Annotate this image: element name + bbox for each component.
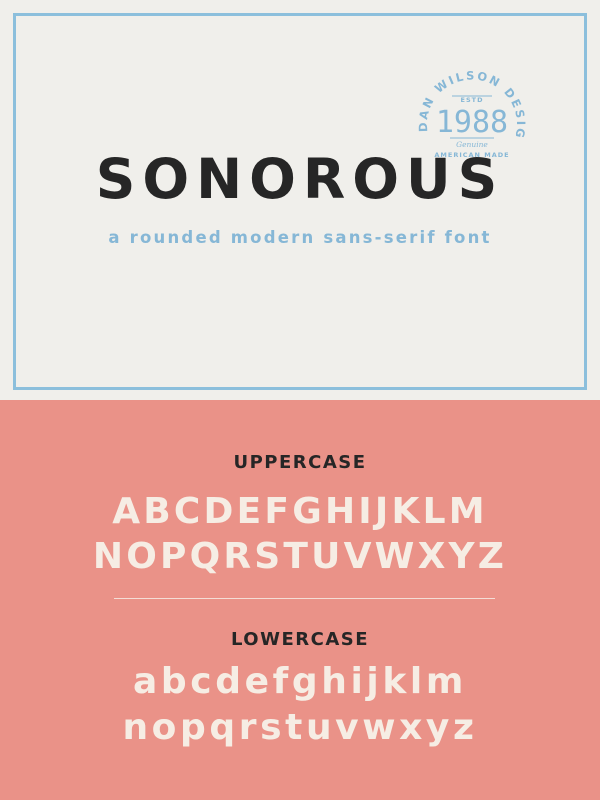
lowercase-label: LOWERCASE bbox=[230, 629, 370, 650]
lowercase-row-2: nopqrstuvwxyz bbox=[122, 707, 478, 748]
uppercase-row-2: NOPQRSTUVWXYZ bbox=[92, 536, 508, 577]
uppercase-row-1: ABCDEFGHIJKLM bbox=[112, 491, 488, 532]
section-divider bbox=[114, 598, 495, 599]
badge-year: 1988 bbox=[436, 105, 508, 140]
specimen-panel: UPPERCASE ABCDEFGHIJKLM NOPQRSTUVWXYZ LO… bbox=[0, 400, 600, 800]
uppercase-label: UPPERCASE bbox=[233, 452, 367, 473]
hero-panel: JORDAN WILSON DESIGNS ESTD 1988 Genuine … bbox=[0, 0, 600, 400]
font-subtitle: a rounded modern sans-serif font bbox=[108, 228, 492, 247]
lowercase-row-1: abcdefghijklm bbox=[133, 661, 467, 702]
font-title: SONOROUS bbox=[95, 147, 505, 211]
badge-estd: ESTD bbox=[461, 96, 484, 104]
